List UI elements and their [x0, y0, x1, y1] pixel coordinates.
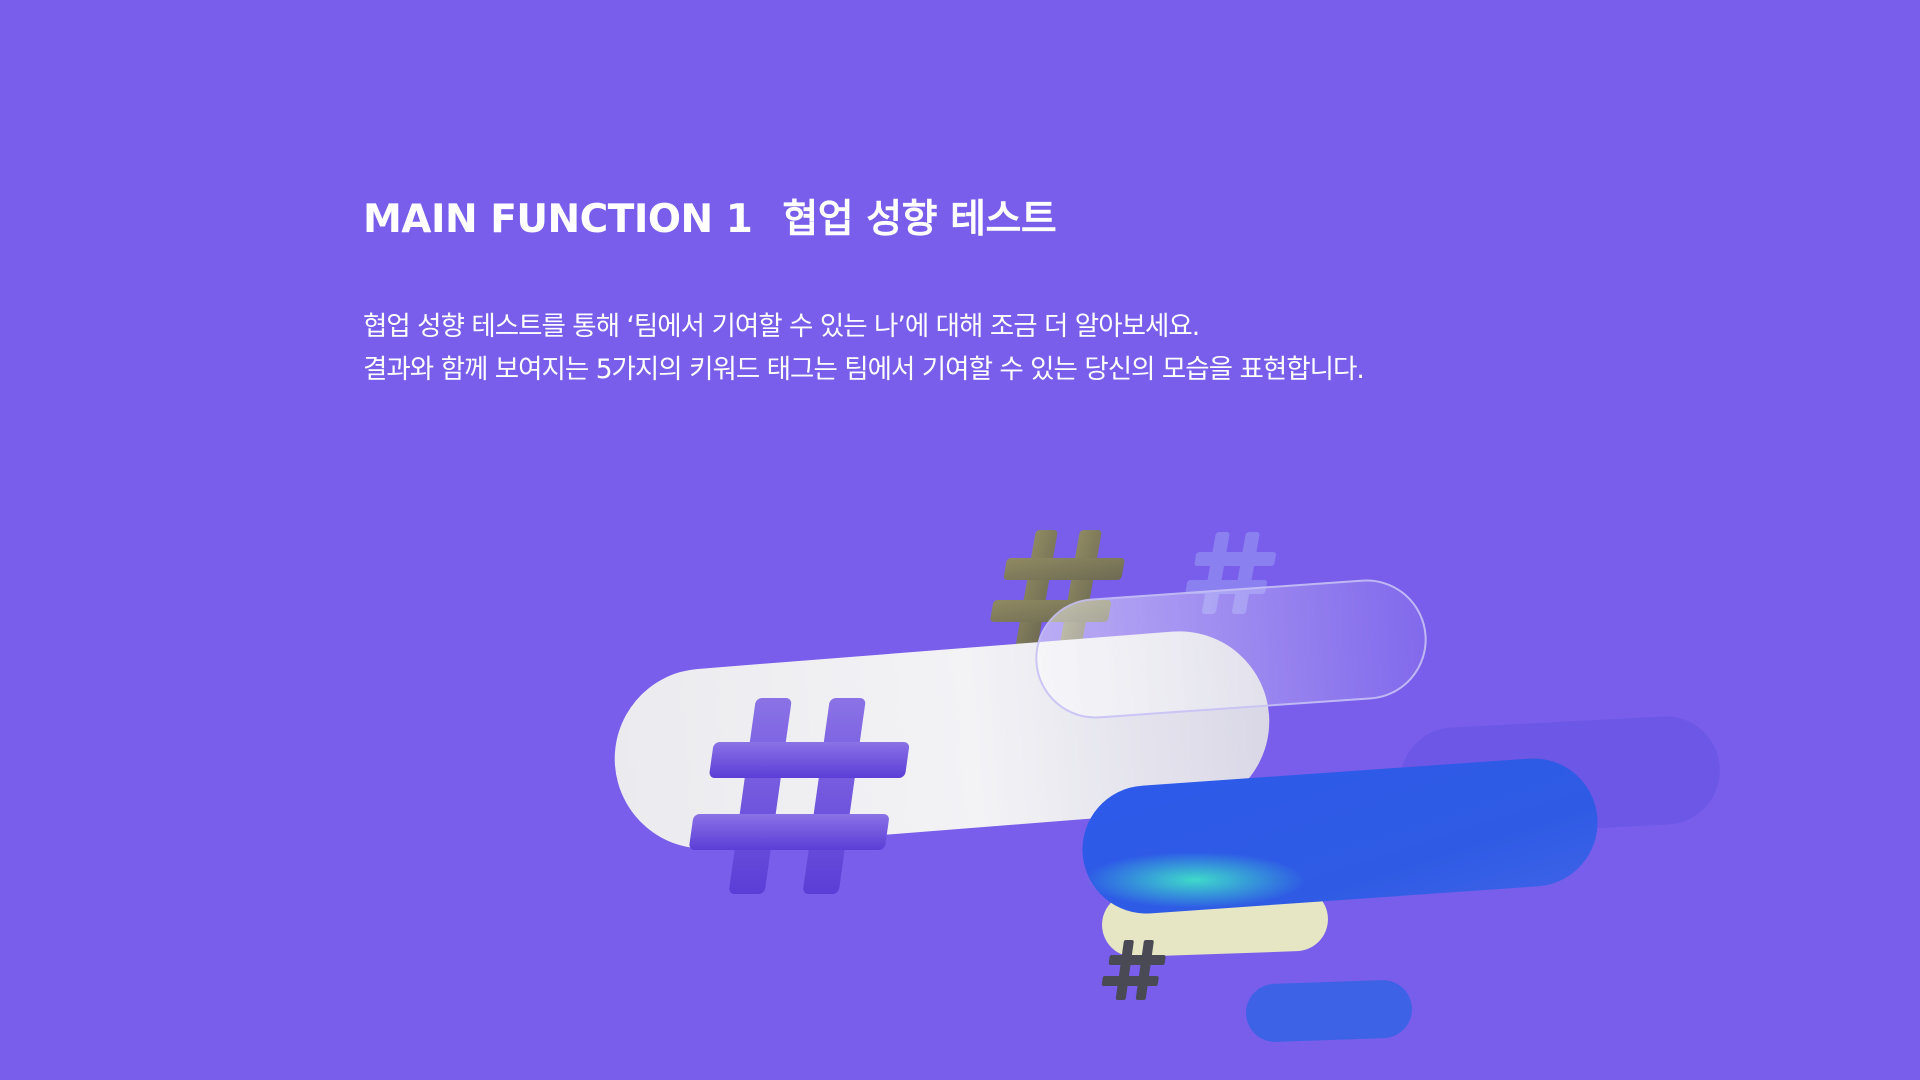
feature-slide: MAIN FUNCTION 1 협업 성향 테스트 협업 성향 테스트를 통해 ‘… — [0, 0, 1920, 1080]
pill-glass — [1035, 579, 1427, 719]
pill-blue-glow — [1085, 852, 1305, 908]
pill-small-blue — [1246, 980, 1412, 1042]
hashtag-illustration — [614, 530, 1720, 1042]
